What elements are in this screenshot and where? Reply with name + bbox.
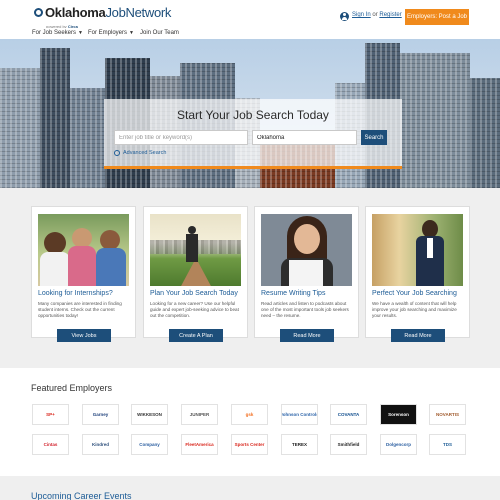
search-title: Start Your Job Search Today [177, 108, 329, 122]
employer-logo[interactable]: Kindred [82, 434, 119, 455]
students-photo [38, 214, 129, 286]
nav-join-team[interactable]: Join Our Team [140, 30, 179, 36]
upcoming-title: Upcoming Career Events [31, 491, 132, 500]
man-phone-photo [372, 214, 463, 286]
card-description: We have a wealth of content that will he… [372, 301, 457, 318]
employer-logo[interactable]: FleetAmerica [181, 434, 218, 455]
nav-employers-label: For Employers [88, 30, 128, 36]
gear-icon [114, 150, 120, 156]
post-job-button[interactable]: Employers: Post a Job [405, 9, 469, 25]
nav-job-seekers-label: For Job Seekers [32, 30, 77, 36]
card-description: Read articles and listen to podcasts abo… [261, 301, 349, 318]
card-description: Many companies are interested in finding… [38, 301, 122, 318]
resume-read-more-button[interactable]: Read More [280, 329, 334, 342]
keyword-input[interactable] [114, 130, 248, 145]
upcoming-events: Upcoming Career Events [0, 476, 500, 500]
register-link[interactable]: Register [379, 12, 401, 18]
main-nav: For Job Seekers ▼ For Employers ▼ Join Our… [0, 28, 500, 39]
advanced-search-link[interactable]: Advanced Search [114, 150, 166, 156]
employer-logo[interactable]: TDS [429, 434, 466, 455]
employer-logo[interactable]: WIKKESON [131, 404, 168, 425]
auth-or-text: or [372, 12, 378, 18]
featured-employers: Featured Employers SP+ Garney WIKKESON JUNI… [0, 368, 500, 476]
employer-logo[interactable]: NOVARTIS [429, 404, 466, 425]
caret-down-icon: ▼ [78, 30, 83, 36]
logo-mark-icon [34, 8, 43, 17]
nav-employers[interactable]: For Employers ▼ [88, 30, 134, 36]
employer-logo[interactable]: JUNIPER [181, 404, 218, 425]
employer-logo[interactable]: SP+ [32, 404, 69, 425]
logo-text: OklahomaJobNetwork [45, 5, 172, 20]
businessman-path-photo [150, 214, 241, 286]
card-title[interactable]: Plan Your Job Search Today [150, 290, 238, 297]
employer-logo[interactable]: Garney [82, 404, 119, 425]
search-panel: Start Your Job Search Today Search Advan… [104, 99, 402, 169]
card-title[interactable]: Resume Writing Tips [261, 290, 325, 297]
auth-links: Sign In or Register [352, 12, 402, 18]
create-plan-button[interactable]: Create A Plan [169, 329, 223, 342]
sign-in-link[interactable]: Sign In [352, 12, 371, 18]
card-plan: Plan Your Job Search Today Looking for a… [143, 206, 248, 342]
view-jobs-button[interactable]: View Jobs [57, 329, 111, 342]
employer-logo[interactable]: Smithfield [330, 434, 367, 455]
employer-logo[interactable]: Sports Center [231, 434, 268, 455]
site-logo[interactable]: OklahomaJobNetwork [34, 5, 171, 20]
card-description: Looking for a new career? Use our helpfu… [150, 301, 239, 318]
card-title[interactable]: Perfect Your Job Searching [372, 290, 457, 297]
employer-logo[interactable]: TEREX [281, 434, 318, 455]
user-icon [340, 12, 349, 21]
location-input[interactable] [252, 130, 357, 145]
card-perfect-search: Perfect Your Job Searching We have a wea… [365, 206, 470, 342]
nav-job-seekers[interactable]: For Job Seekers ▼ [32, 30, 83, 36]
advanced-search-label: Advanced Search [123, 150, 167, 156]
employer-logo[interactable]: Cintas [32, 434, 69, 455]
site-header: OklahomaJobNetwork powered by Circa Sign… [0, 0, 500, 29]
perfect-read-more-button[interactable]: Read More [391, 329, 445, 342]
featured-title: Featured Employers [31, 383, 113, 393]
employer-logo[interactable]: COVANTA [330, 404, 367, 425]
caret-down-icon: ▼ [129, 30, 134, 36]
card-resume: Resume Writing Tips Read articles and li… [254, 206, 359, 342]
nav-join-team-label: Join Our Team [140, 30, 179, 36]
card-internships: Looking for Internships? Many companies … [31, 206, 136, 342]
employer-logo[interactable]: gsk [231, 404, 268, 425]
hero-banner: Start Your Job Search Today Search Advan… [0, 39, 500, 188]
employer-logo[interactable]: Sorenson [380, 404, 417, 425]
search-button[interactable]: Search [361, 130, 387, 145]
card-title[interactable]: Looking for Internships? [38, 290, 113, 297]
woman-resume-photo [261, 214, 352, 286]
employer-logo[interactable]: Company [131, 434, 168, 455]
employer-logo[interactable]: Dolgencorp [380, 434, 417, 455]
promo-cards: Looking for Internships? Many companies … [0, 188, 500, 363]
employer-logo[interactable]: Johnson Controls [281, 404, 318, 425]
